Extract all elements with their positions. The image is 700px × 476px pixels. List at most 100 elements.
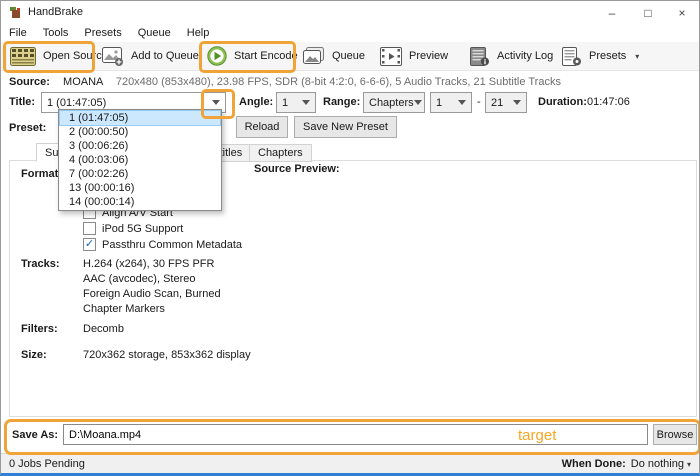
title-option-14[interactable]: 14 (00:00:14) (60, 195, 220, 209)
range-to-value: 21 (491, 96, 504, 109)
source-line: Source: MOANA 720x480 (853x480), 23.98 F… (9, 76, 561, 88)
filters-label: Filters: (21, 323, 58, 335)
activity-log-icon (470, 46, 490, 66)
maximize-button[interactable]: □ (631, 1, 665, 24)
angle-label: Angle: (239, 96, 274, 108)
activity-log-button[interactable]: Activity Log (466, 44, 557, 68)
checkbox-passthru-common-metadata[interactable]: ✓ Passthru Common Metadata (83, 238, 242, 251)
browse-button[interactable]: Browse (653, 424, 697, 445)
start-encode-button[interactable]: Start Encode (203, 44, 302, 68)
jobs-pending-status: 0 Jobs Pending (9, 458, 85, 470)
title-combo-value: 1 (01:47:05) (47, 96, 107, 109)
title-option-1[interactable]: 1 (01:47:05) (59, 110, 221, 126)
title-bar: HandBrake – □ × (1, 1, 699, 24)
title-option-7[interactable]: 7 (00:02:26) (60, 167, 220, 181)
range-from-combo[interactable]: 1 (430, 92, 472, 113)
preview-button[interactable]: Preview (376, 44, 452, 68)
angle-combo-arrow-icon (302, 100, 310, 105)
close-button[interactable]: × (665, 1, 699, 24)
title-dropdown-list: 1 (01:47:05) 2 (00:00:50) 3 (00:06:26) 4… (58, 109, 222, 211)
start-encode-icon (207, 46, 227, 66)
checkbox-box[interactable]: ✓ (83, 238, 96, 251)
add-to-queue-label: Add to Queue (131, 50, 199, 62)
open-source-button[interactable]: Open Source (6, 44, 112, 68)
target-annotation-text: target (518, 427, 557, 444)
add-to-queue-icon (102, 46, 124, 66)
range-from-arrow-icon (458, 100, 466, 105)
title-combo-arrow-icon[interactable] (212, 100, 220, 105)
check-icon: ✓ (84, 238, 95, 250)
menu-tools[interactable]: Tools (35, 25, 77, 41)
range-mode-combo[interactable]: Chapters (363, 92, 425, 113)
handbrake-window: HandBrake – □ × File Tools Presets Queue… (0, 0, 700, 476)
preview-label: Preview (409, 50, 449, 62)
range-separator: - (477, 96, 481, 108)
checkbox-label: Passthru Common Metadata (102, 238, 243, 251)
source-name: MOANA (63, 76, 103, 88)
range-to-combo[interactable]: 21 (485, 92, 527, 113)
tracks-label: Tracks: (21, 258, 60, 270)
toolbar: Open Source Add to Queue ▾ (1, 42, 699, 71)
save-as-input[interactable] (63, 424, 648, 445)
filters-value: Decomb (83, 323, 124, 335)
when-done-value[interactable]: Do nothing (631, 458, 684, 470)
range-from-value: 1 (436, 96, 443, 109)
save-as-label: Save As: (12, 429, 59, 441)
checkbox-ipod-5g-support[interactable]: iPod 5G Support (83, 222, 183, 235)
save-new-preset-label: Save New Preset (303, 121, 388, 133)
preset-label: Preset: (9, 122, 47, 134)
window-title: HandBrake (28, 6, 84, 18)
menu-presets[interactable]: Presets (76, 25, 129, 41)
source-details: 720x480 (853x480), 23.98 FPS, SDR (8-bit… (115, 76, 561, 88)
presets-button[interactable]: Presets ▾ (558, 44, 643, 68)
range-to-arrow-icon (513, 100, 521, 105)
reload-button[interactable]: Reload (236, 116, 288, 138)
duration-label: Duration: (538, 96, 587, 108)
range-mode-value: Chapters (369, 96, 414, 109)
title-option-4[interactable]: 4 (00:03:06) (60, 153, 220, 167)
tab-chapters-label: Chapters (258, 147, 303, 159)
start-encode-label: Start Encode (234, 50, 298, 62)
presets-label: Presets (589, 50, 627, 62)
format-label: Format: (21, 168, 62, 180)
when-done-label: When Done: (561, 458, 626, 470)
menu-bar: File Tools Presets Queue Help (1, 24, 699, 42)
duration-value: 01:47:06 (587, 96, 630, 108)
activity-log-label: Activity Log (497, 50, 554, 62)
source-label: Source: (9, 76, 50, 88)
checkbox-label: iPod 5G Support (102, 222, 184, 235)
menu-queue[interactable]: Queue (130, 25, 179, 41)
source-preview-label: Source Preview: (254, 163, 340, 175)
when-done-caret-icon[interactable]: ▾ (687, 460, 691, 469)
browse-label: Browse (656, 428, 694, 441)
presets-caret-icon: ▾ (635, 51, 640, 61)
minimize-button[interactable]: – (595, 1, 629, 24)
tab-chapters[interactable]: Chapters (249, 144, 312, 162)
open-source-icon (10, 46, 36, 66)
queue-icon (303, 46, 325, 66)
add-to-queue-button[interactable]: Add to Queue ▾ (98, 44, 216, 68)
tracks-line: H.264 (x264), 30 FPS PFR (83, 258, 215, 270)
tracks-line: Chapter Markers (83, 303, 165, 315)
title-label: Title: (9, 96, 36, 108)
checkbox-box[interactable] (83, 222, 96, 235)
handbrake-logo-icon (9, 6, 22, 19)
title-option-13[interactable]: 13 (00:00:16) (60, 181, 220, 195)
queue-button[interactable]: Queue (299, 44, 369, 68)
range-label: Range: (323, 96, 361, 108)
status-bar: 0 Jobs Pending When Done: Do nothing ▾ (1, 453, 699, 473)
size-label: Size: (21, 349, 47, 361)
angle-combo[interactable]: 1 (276, 92, 316, 113)
range-mode-arrow-icon (413, 100, 422, 105)
save-new-preset-button[interactable]: Save New Preset (294, 116, 397, 138)
preview-icon (380, 46, 402, 66)
title-option-2[interactable]: 2 (00:00:50) (60, 125, 220, 139)
title-option-3[interactable]: 3 (00:06:26) (60, 139, 220, 153)
menu-file[interactable]: File (1, 25, 35, 41)
tracks-line: Foreign Audio Scan, Burned (83, 288, 221, 300)
size-value: 720x362 storage, 853x362 display (83, 349, 251, 361)
queue-label: Queue (332, 50, 366, 62)
reload-label: Reload (244, 121, 280, 133)
menu-help[interactable]: Help (179, 25, 218, 41)
presets-icon (562, 46, 582, 66)
